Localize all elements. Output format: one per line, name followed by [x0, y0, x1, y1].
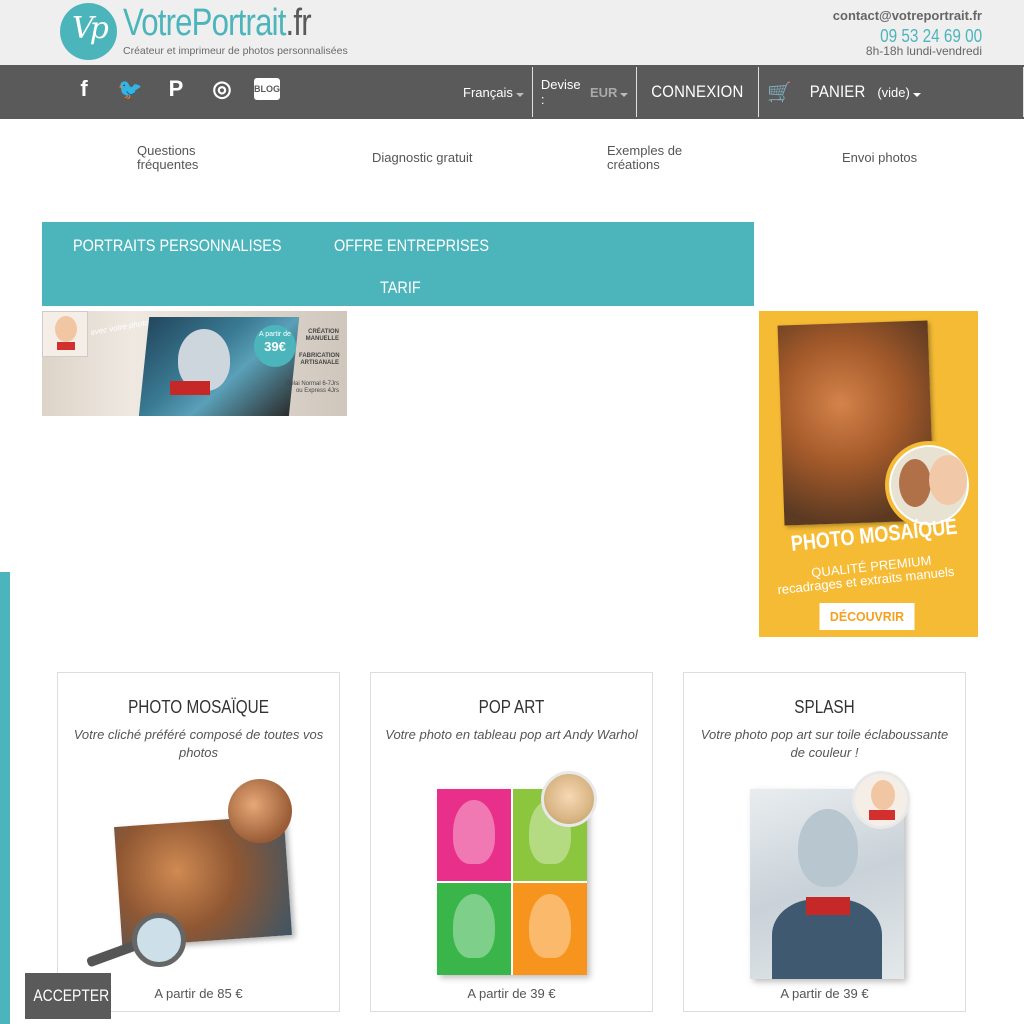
product-price: A partir de 39 €	[780, 986, 869, 1001]
contact-email[interactable]: contact@votreportrait.fr	[833, 8, 982, 23]
product-title: POP ART	[478, 697, 545, 717]
currency-selector[interactable]: Devise : EUR	[533, 67, 638, 117]
login-label: CONNEXION	[651, 82, 744, 101]
promo-banner[interactable]: avec votre photo A partir de 39€ CRÉATIO…	[42, 311, 347, 416]
banner-line2: FABRICATION ARTISANALE	[299, 353, 340, 366]
logo-mark: Vp	[60, 3, 117, 60]
banner-line1: CRÉATION MANUELLE	[305, 329, 339, 342]
secondary-links: Questions fréquentes Diagnostic gratuit …	[0, 144, 1024, 184]
price-badge: A partir de 39€	[254, 325, 296, 367]
product-card-splash[interactable]: SPLASH Votre photo pop art sur toile écl…	[683, 672, 966, 1012]
blog-icon[interactable]: BLOG	[254, 78, 280, 100]
currency-value: EUR	[589, 84, 618, 100]
facebook-icon[interactable]: f	[70, 75, 98, 103]
product-image	[684, 771, 967, 979]
menu-tarif[interactable]: TARIF	[380, 278, 421, 298]
top-header: Vp VotrePortrait.fr Créateur et imprimeu…	[0, 0, 1024, 65]
left-accent-strip	[0, 572, 10, 1024]
logo-name-tld: .fr	[285, 2, 312, 44]
product-title: SPLASH	[794, 697, 855, 717]
badge-label: A partir de	[259, 331, 291, 338]
cart-button[interactable]: 🛒 PANIER (vide)	[759, 67, 1024, 117]
popart-panel	[437, 789, 511, 881]
language-label: Français	[463, 84, 513, 100]
menu-portraits[interactable]: PORTRAITS PERSONNALISES	[73, 236, 282, 256]
category-menu: PORTRAITS PERSONNALISES OFFRE ENTREPRISE…	[42, 222, 754, 306]
cookie-accept-label: ACCEPTER	[33, 986, 110, 1005]
cart-icon: 🛒	[767, 81, 793, 104]
cart-status: (vide)	[877, 84, 910, 100]
currency-label: Devise :	[540, 77, 581, 107]
banner-thumbnail	[42, 311, 88, 357]
logo-wordmark: VotrePortrait.fr	[123, 2, 312, 44]
cart-label: PANIER	[809, 82, 866, 101]
banner-handwriting: avec votre photo	[89, 317, 150, 338]
product-description: Votre cliché préféré composé de toutes v…	[73, 727, 324, 760]
chevron-down-icon	[620, 93, 629, 97]
logo-name-main: VotrePortrait	[123, 2, 286, 44]
chevron-down-icon	[912, 93, 921, 97]
product-image	[58, 773, 341, 973]
magnifier-icon	[132, 913, 186, 967]
chevron-down-icon	[515, 93, 524, 97]
badge-price: 39€	[264, 339, 286, 354]
side-ad[interactable]: PHOTO MOSAÏQUE QUALITÉ PREMIUM recadrage…	[759, 311, 978, 637]
product-image	[371, 771, 654, 975]
language-selector[interactable]: Français	[455, 67, 533, 117]
main-navbar: f 🐦 P ◎ BLOG Français Devise : EUR CONNEX…	[0, 65, 1024, 119]
banner-line3: Délai Normal 6-7Jrs ou Express 4Jrs	[285, 381, 339, 394]
splash-original-photo	[852, 771, 910, 829]
popart-original-photo	[541, 771, 597, 827]
instagram-icon[interactable]: ◎	[208, 75, 236, 103]
diagnostic-link[interactable]: Diagnostic gratuit	[372, 151, 472, 165]
product-card-mosaic[interactable]: PHOTO MOSAÏQUE Votre cliché préféré comp…	[57, 672, 340, 1012]
product-card-popart[interactable]: POP ART Votre photo en tableau pop art A…	[370, 672, 653, 1012]
examples-link[interactable]: Exemples de créations	[607, 144, 707, 172]
contact-phone[interactable]: 09 53 24 69 00	[855, 27, 982, 45]
popart-panel	[513, 883, 587, 975]
product-title: PHOTO MOSAÏQUE	[128, 697, 269, 717]
pinterest-icon[interactable]: P	[162, 75, 190, 103]
nav-right: Français Devise : EUR CONNEXION 🛒 PANIER …	[455, 65, 1024, 119]
faq-link[interactable]: Questions fréquentes	[137, 144, 227, 172]
cookie-accept-button[interactable]: ACCEPTER	[25, 973, 111, 1019]
send-photos-link[interactable]: Envoi photos	[842, 151, 917, 165]
social-links: f 🐦 P ◎ BLOG	[70, 75, 280, 103]
logo-tagline: Créateur et imprimeur de photos personna…	[123, 45, 348, 57]
popart-panel	[437, 883, 511, 975]
login-link[interactable]: CONNEXION	[637, 67, 760, 117]
twitter-icon[interactable]: 🐦	[116, 75, 144, 103]
product-description: Votre photo en tableau pop art Andy Warh…	[385, 727, 638, 742]
logo-letters: Vp	[72, 11, 109, 46]
menu-business[interactable]: OFFRE ENTREPRISES	[334, 236, 489, 256]
ad-discover-button[interactable]: DÉCOUVRIR	[819, 603, 915, 630]
site-logo[interactable]: Vp VotrePortrait.fr Créateur et imprimeu…	[60, 3, 352, 60]
product-price: A partir de 39 €	[467, 986, 556, 1001]
contact-hours: 8h-18h lundi-vendredi	[865, 44, 982, 58]
banner-bow	[170, 381, 210, 395]
product-description: Votre photo pop art sur toile éclaboussa…	[700, 727, 949, 760]
contact-block: contact@votreportrait.fr 09 53 24 69 00 …	[833, 8, 982, 57]
